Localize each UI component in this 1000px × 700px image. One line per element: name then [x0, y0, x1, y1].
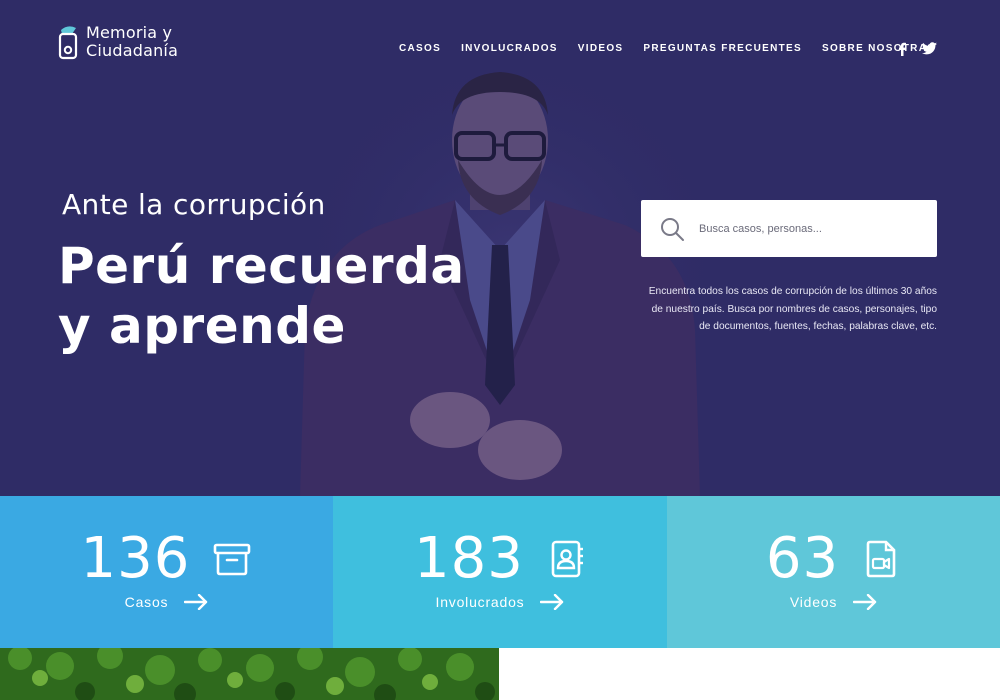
nav-item-casos[interactable]: CASOS — [399, 43, 441, 54]
hero-headline: Perú recuerda y aprende — [58, 236, 465, 356]
video-file-icon — [866, 540, 896, 577]
stat-casos: 136 Casos — [0, 496, 333, 648]
search-input[interactable] — [699, 222, 909, 235]
stat-videos-value: 63 — [765, 526, 840, 591]
nav-item-videos[interactable]: VIDEOS — [578, 43, 624, 54]
stat-involucrados-value: 183 — [414, 526, 524, 591]
stat-involucrados-link[interactable]: Involucrados — [333, 594, 667, 610]
search-description: Encuentra todos los casos de corrupción … — [648, 286, 937, 332]
nav-item-sobre-nosotras[interactable]: SOBRE NOSOTRAS — [822, 43, 935, 54]
stat-casos-link[interactable]: Casos — [0, 594, 333, 610]
nav-item-preguntas-frecuentes[interactable]: PREGUNTAS FRECUENTES — [643, 43, 802, 54]
arrow-right-icon — [184, 594, 208, 610]
section-blank — [499, 648, 1000, 700]
logo-mark-icon — [58, 26, 78, 60]
stat-casos-label: Casos — [124, 594, 169, 610]
stat-videos: 63 Videos — [667, 496, 1000, 648]
brand-name: Memoria y Ciudadanía — [86, 24, 178, 60]
hero-headline-line-2: y aprende — [58, 297, 346, 355]
archive-box-icon — [214, 543, 251, 575]
search-icon[interactable] — [659, 216, 685, 242]
hedge-photo — [0, 648, 499, 700]
stat-involucrados: 183 Involucrados — [333, 496, 667, 648]
facebook-icon[interactable] — [897, 42, 907, 56]
hero-kicker: Ante la corrupción — [62, 188, 326, 221]
hero-headline-line-1: Perú recuerda — [58, 237, 465, 295]
arrow-right-icon — [853, 594, 877, 610]
stat-videos-link[interactable]: Videos — [667, 594, 1000, 610]
stat-casos-value: 136 — [80, 526, 191, 591]
arrow-right-icon — [540, 594, 564, 610]
main-nav: CASOS INVOLUCRADOS VIDEOS PREGUNTAS FREC… — [399, 43, 955, 54]
contacts-book-icon — [551, 540, 583, 577]
search-box — [641, 200, 937, 257]
brand-line-2: Ciudadanía — [86, 41, 179, 60]
stat-videos-label: Videos — [789, 594, 838, 610]
brand-logo[interactable]: Memoria y Ciudadanía — [58, 24, 178, 60]
nav-item-involucrados[interactable]: INVOLUCRADOS — [461, 43, 558, 54]
section-image-hedge — [0, 648, 499, 700]
stat-involucrados-label: Involucrados — [435, 594, 525, 610]
hero-section: Memoria y Ciudadanía CASOS INVOLUCRADOS … — [0, 0, 1000, 496]
twitter-icon[interactable] — [922, 42, 937, 55]
brand-line-1: Memoria y — [86, 23, 173, 42]
